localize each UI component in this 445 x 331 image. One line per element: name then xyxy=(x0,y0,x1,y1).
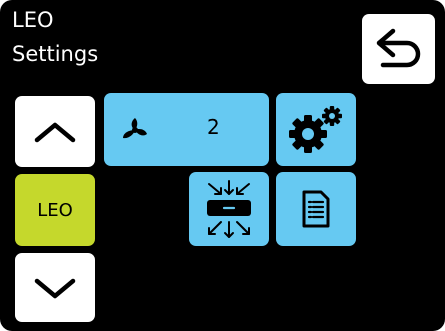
document-icon xyxy=(301,189,331,229)
back-arrow-icon xyxy=(373,27,425,71)
device-select-label: LEO xyxy=(37,199,73,221)
fan-speed-button[interactable]: 2 xyxy=(104,93,269,166)
fan-speed-value: 2 xyxy=(207,115,220,139)
device-screen: LEO Settings LEO 2 xyxy=(0,0,445,331)
scroll-down-button[interactable] xyxy=(15,253,95,322)
scroll-up-button[interactable] xyxy=(15,96,95,167)
chevron-up-icon xyxy=(33,120,77,144)
page-title: Settings xyxy=(12,42,99,66)
back-button[interactable] xyxy=(362,14,435,84)
vent-arrows-icon xyxy=(197,177,261,241)
gears-icon xyxy=(286,105,346,155)
fan-icon xyxy=(121,116,149,144)
device-select-button[interactable]: LEO xyxy=(15,174,95,246)
document-button[interactable] xyxy=(276,172,356,246)
settings-button[interactable] xyxy=(276,93,356,166)
device-name: LEO xyxy=(12,8,54,32)
vent-button[interactable] xyxy=(189,172,269,246)
chevron-down-icon xyxy=(33,276,77,300)
